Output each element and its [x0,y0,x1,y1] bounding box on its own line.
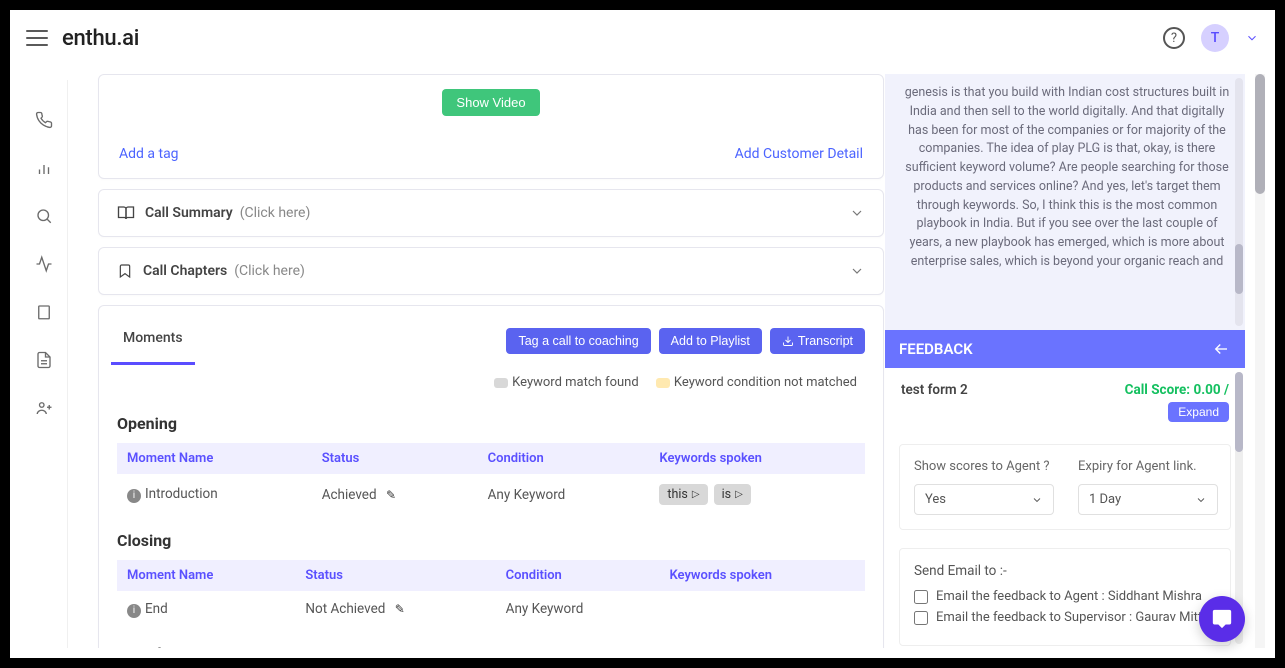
call-chapters-label: Call Chapters [143,263,227,279]
legend-match-dot [494,378,508,388]
tab-moments[interactable]: Moments [111,316,195,365]
col-keywords: Keywords spoken [659,560,865,591]
show-scores-select[interactable]: Yes [914,484,1054,515]
feedback-form-name: test form 2 [901,382,968,398]
play-icon: ▷ [735,489,743,500]
chevron-down-icon [849,263,865,279]
feedback-options: Show scores to Agent ? Yes Expiry for Ag… [899,444,1231,530]
bookmark-icon [117,262,133,280]
book-open-icon [117,204,135,222]
search-icon[interactable] [34,206,54,226]
col-moment-name: Moment Name [117,560,295,591]
activity-icon[interactable] [34,254,54,274]
section-title: Closing [117,531,865,550]
col-status: Status [295,560,495,591]
expiry-label: Expiry for Agent link. [1078,459,1218,474]
document-icon[interactable] [34,350,54,370]
phone-icon[interactable] [34,110,54,130]
add-customer-detail-link[interactable]: Add Customer Detail [735,146,863,162]
col-keywords: Keywords spoken [649,443,865,474]
legend-notmatch-dot [656,378,670,388]
edit-icon[interactable]: ✎ [395,602,405,616]
call-chapters-accordion[interactable]: Call Chapters (Click here) [98,247,884,295]
menu-icon[interactable] [26,30,48,46]
add-to-playlist-button[interactable]: Add to Playlist [659,328,762,354]
keyword-chip[interactable]: this▷ [659,484,707,505]
info-icon[interactable]: i [127,489,141,503]
table-row: iEnd Not Achieved ✎ Any Keyword [117,591,865,628]
section-title: Opening [117,414,865,433]
main-content: Show Video Add a tag Add Customer Detail… [68,74,888,648]
play-icon: ▷ [692,489,700,500]
download-icon [782,335,794,347]
email-option-row[interactable]: Email the feedback to Supervisor : Gaura… [914,610,1216,625]
chevron-down-icon[interactable] [1245,31,1259,45]
app-header: enthu.ai ? T [10,10,1275,66]
moments-table: Moment Name Status Condition Keywords sp… [117,560,865,628]
moments-table: Moment Name Status Condition Keywords sp… [117,443,865,515]
send-email-label: Send Email to :- [914,563,1216,579]
scrollbar-thumb[interactable] [1235,372,1243,452]
left-sidebar [20,80,68,648]
bar-chart-icon[interactable] [34,158,54,178]
col-condition: Condition [478,443,650,474]
chat-button[interactable] [1199,596,1245,642]
col-status: Status [312,443,478,474]
feedback-header: FEEDBACK [885,330,1245,368]
chevron-down-icon [1195,494,1207,506]
feedback-email-section: Send Email to :- Email the feedback to A… [899,548,1231,646]
moments-card: Moments Tag a call to coaching Add to Pl… [98,305,884,648]
avatar[interactable]: T [1201,24,1229,52]
transcript-button[interactable]: Transcript [770,328,865,354]
call-summary-hint: (Click here) [240,205,311,221]
brand-logo: enthu.ai [62,26,139,51]
email-checkbox[interactable] [914,590,928,604]
chevron-down-icon [849,205,865,221]
section-title: Test data [117,644,865,649]
show-scores-label: Show scores to Agent ? [914,459,1054,474]
call-score: Call Score: 0.00 / [1125,382,1229,398]
scrollbar-thumb[interactable] [1235,244,1243,294]
help-icon[interactable]: ? [1163,27,1185,49]
feedback-body: test form 2 Call Score: 0.00 / Expand Sh… [885,368,1245,648]
col-moment-name: Moment Name [117,443,312,474]
transcript-panel: genesis is that you build with Indian co… [885,74,1245,330]
page-scrollbar-thumb[interactable] [1255,74,1265,194]
call-chapters-hint: (Click here) [234,263,305,279]
email-checkbox[interactable] [914,611,928,625]
table-row: iIntroduction Achieved ✎ Any Keyword thi… [117,474,865,515]
call-summary-label: Call Summary [145,205,233,221]
right-panel: genesis is that you build with Indian co… [885,74,1245,648]
keyword-legend: Keyword match found Keyword condition no… [99,365,883,398]
call-summary-accordion[interactable]: Call Summary (Click here) [98,189,884,237]
col-condition: Condition [496,560,660,591]
edit-icon[interactable]: ✎ [386,488,396,502]
book-icon[interactable] [34,302,54,322]
chevron-down-icon [1031,494,1043,506]
expand-button[interactable]: Expand [1168,402,1229,422]
info-icon[interactable]: i [127,604,141,618]
chat-icon [1211,608,1233,630]
expiry-select[interactable]: 1 Day [1078,484,1218,515]
show-video-button[interactable]: Show Video [442,89,539,116]
tag-call-coaching-button[interactable]: Tag a call to coaching [506,328,650,354]
email-option-row[interactable]: Email the feedback to Agent : Siddhant M… [914,589,1216,604]
keyword-chip[interactable]: is▷ [714,484,751,505]
video-card: Show Video Add a tag Add Customer Detail [98,74,884,179]
add-tag-link[interactable]: Add a tag [119,146,179,162]
arrow-left-icon[interactable] [1211,340,1231,358]
users-icon[interactable] [34,398,54,418]
